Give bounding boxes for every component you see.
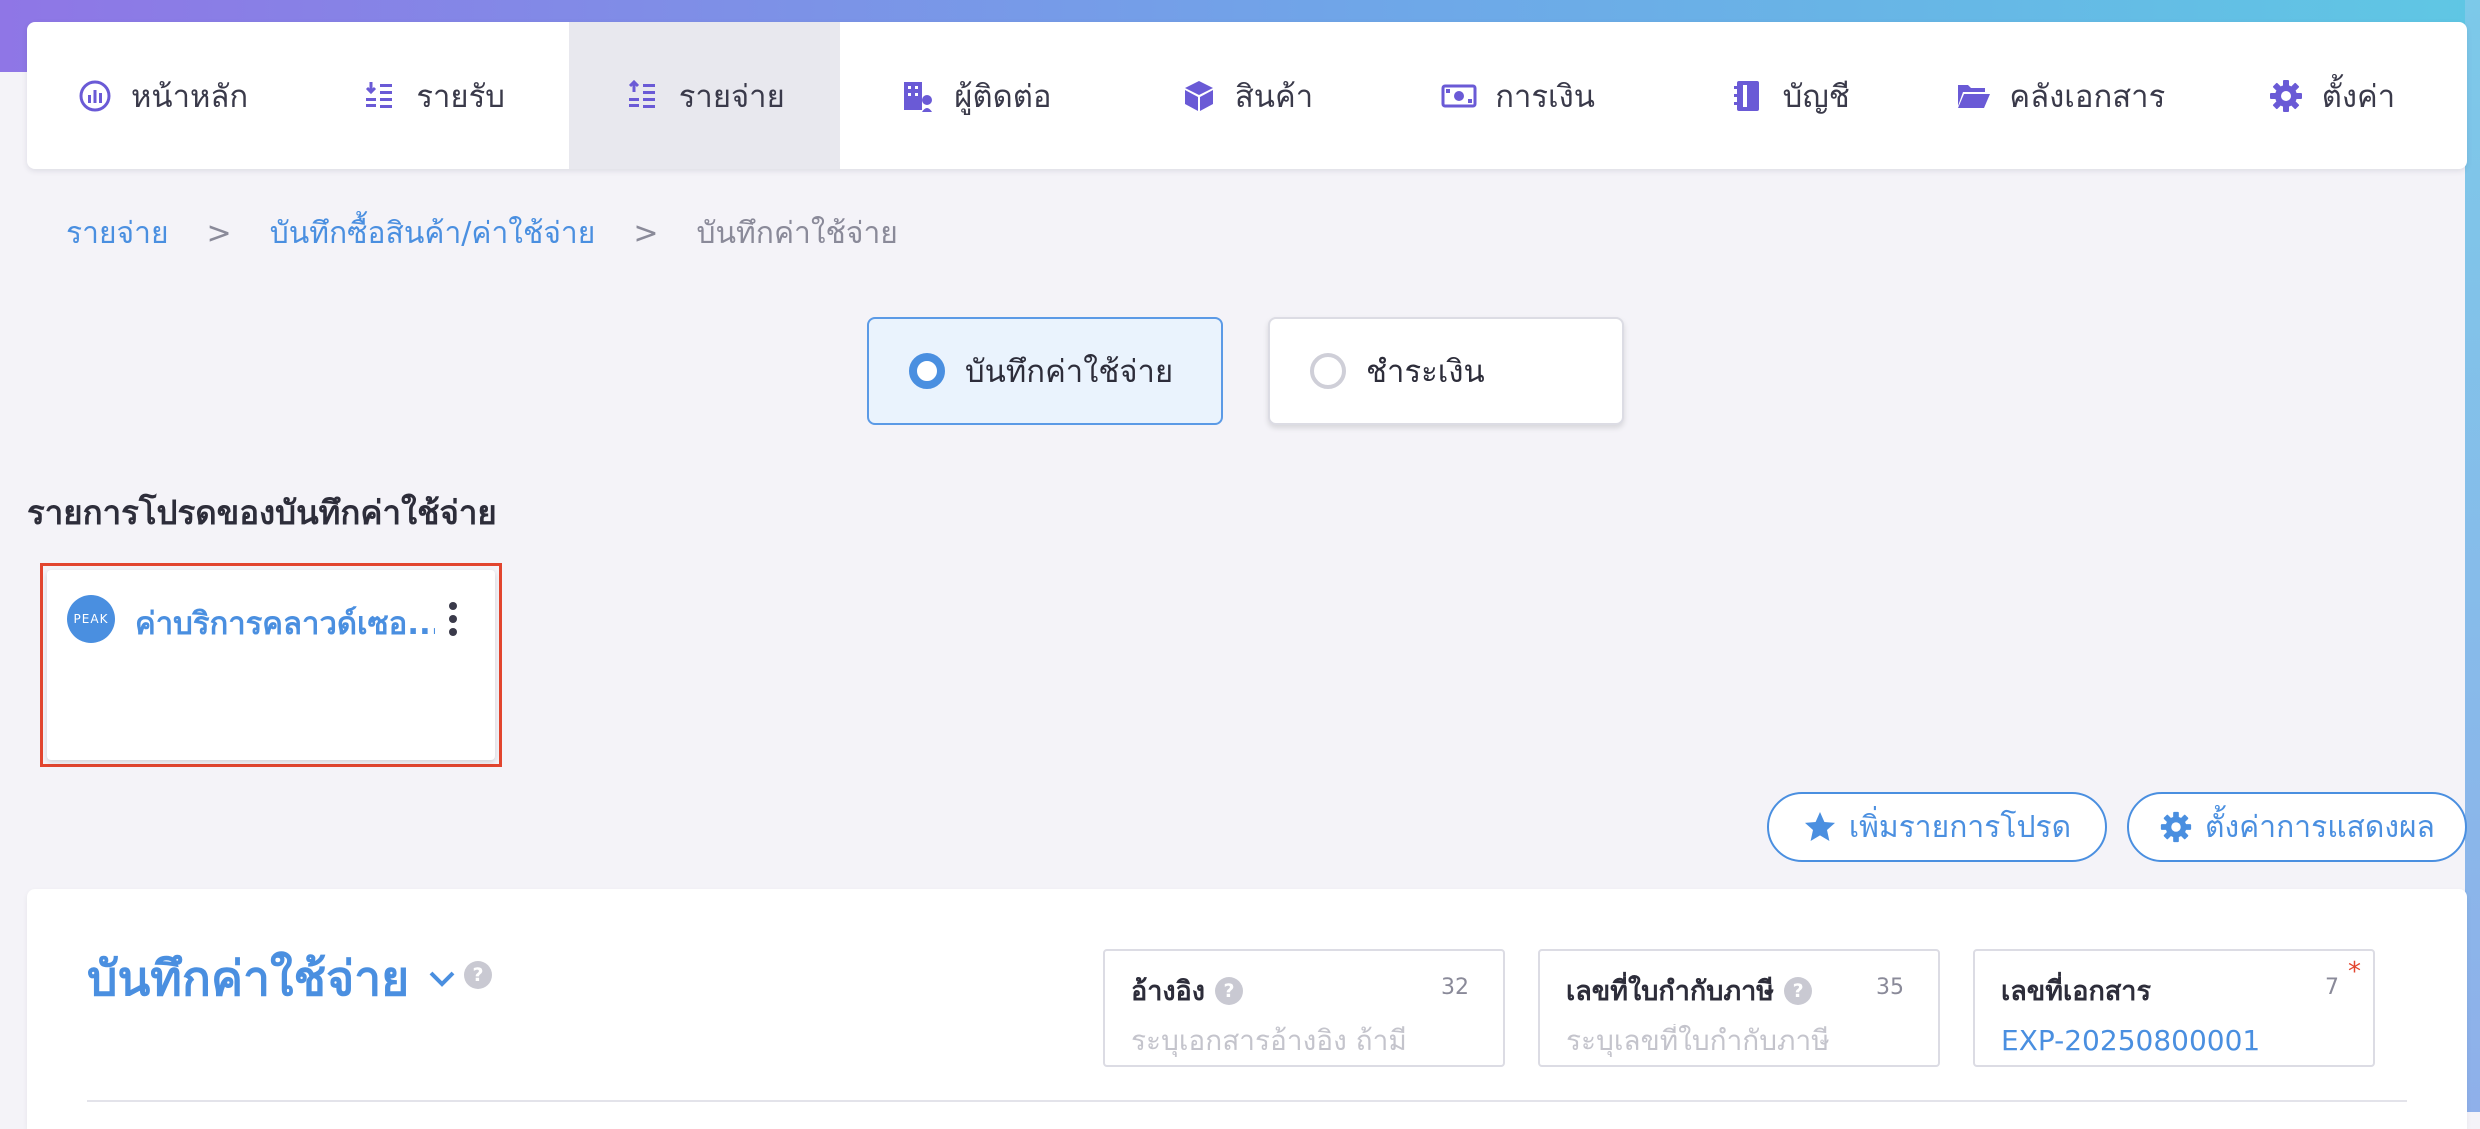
nav-item-label: สินค้า xyxy=(1234,78,1314,115)
breadcrumb-separator: > xyxy=(633,215,659,251)
favorite-card-title[interactable]: ค่าบริการคลาวด์เซอ... xyxy=(135,598,435,648)
breadcrumb-link-expense[interactable]: รายจ่าย xyxy=(66,210,169,257)
chevron-down-icon xyxy=(425,951,459,1007)
nav-item-settings[interactable]: ตั้งค่า xyxy=(2196,22,2467,169)
gear-icon xyxy=(2159,810,2193,844)
folder-open-icon xyxy=(1955,78,1991,114)
reference-field: อ้างอิง ? 32 xyxy=(1103,949,1505,1067)
nav-item-label: หน้าหลัก xyxy=(130,78,249,115)
display-settings-label: ตั้งค่าการแสดงผล xyxy=(2205,809,2435,845)
nav-item-accounting[interactable]: บัญชี xyxy=(1654,22,1925,169)
nav-item-expense[interactable]: รายจ่าย xyxy=(569,22,841,169)
product-box-icon xyxy=(1181,78,1217,114)
accounting-book-icon xyxy=(1729,78,1765,114)
tax-invoice-field-label: เลขที่ใบกำกับภาษี xyxy=(1566,976,1775,1007)
mode-option-label: บันทึกค่าใช้จ่าย xyxy=(965,354,1174,390)
tax-invoice-number-field: เลขที่ใบกำกับภาษี ? 35 xyxy=(1538,949,1940,1067)
breadcrumb-separator: > xyxy=(206,215,232,251)
star-icon xyxy=(1803,810,1837,844)
required-asterisk: * xyxy=(2348,957,2361,987)
nav-item-label: คลังเอกสาร xyxy=(2009,78,2166,115)
document-number-char-count: 7 xyxy=(2325,975,2339,1000)
main-nav-bar: หน้าหลัก รายรับ รายจ่าย ผู้ติดต่อ สินค้า… xyxy=(27,22,2467,169)
breadcrumb-link-purchase[interactable]: บันทึกซื้อสินค้า/ค่าใช้จ่าย xyxy=(270,210,596,257)
add-favorite-button[interactable]: เพิ่มรายการโปรด xyxy=(1767,792,2107,862)
reference-field-label: อ้างอิง xyxy=(1131,976,1205,1007)
add-favorite-label: เพิ่มรายการโปรด xyxy=(1848,809,2072,845)
mode-record-expense-option[interactable]: บันทึกค่าใช้จ่าย xyxy=(867,317,1223,425)
nav-item-home[interactable]: หน้าหลัก xyxy=(27,22,298,169)
nav-item-label: ตั้งค่า xyxy=(2321,78,2396,115)
mode-option-label: ชำระเงิน xyxy=(1366,354,1485,390)
gear-icon xyxy=(2268,78,2304,114)
help-icon[interactable]: ? xyxy=(464,961,492,989)
nav-item-label: การเงิน xyxy=(1495,78,1595,115)
expense-form-card: บันทึกค่าใช้จ่าย ? อ้างอิง ? 32 เลขที่ใบ… xyxy=(27,889,2467,1129)
reference-input[interactable] xyxy=(1131,1024,1477,1057)
right-edge-band xyxy=(2465,0,2480,1112)
display-settings-button[interactable]: ตั้งค่าการแสดงผล xyxy=(2127,792,2467,862)
dashboard-gauge-icon xyxy=(77,78,113,114)
nav-item-contacts[interactable]: ผู้ติดต่อ xyxy=(840,22,1111,169)
expense-coins-icon xyxy=(625,78,661,114)
favorites-heading: รายการโปรดของบันทึกค่าใช้จ่าย xyxy=(27,493,497,532)
nav-item-label: ผู้ติดต่อ xyxy=(954,78,1052,115)
breadcrumb: รายจ่าย > บันทึกซื้อสินค้า/ค่าใช้จ่าย > … xyxy=(66,208,898,258)
nav-item-income[interactable]: รายรับ xyxy=(298,22,569,169)
money-banknote-icon xyxy=(1441,78,1477,114)
favorite-card[interactable]: PEAK ค่าบริการคลาวด์เซอ... xyxy=(47,570,495,760)
radio-selected-icon xyxy=(909,353,945,389)
mode-payment-option[interactable]: ชำระเงิน xyxy=(1268,317,1624,425)
tax-invoice-number-input[interactable] xyxy=(1566,1024,1912,1057)
income-coins-icon xyxy=(362,78,398,114)
nav-item-label: บัญชี xyxy=(1782,78,1850,115)
radio-unselected-icon xyxy=(1310,353,1346,389)
document-number-field: เลขที่เอกสาร 7 * xyxy=(1973,949,2375,1067)
document-title: บันทึกค่าใช้จ่าย xyxy=(87,951,410,1007)
document-number-input[interactable] xyxy=(2001,1024,2347,1057)
nav-item-products[interactable]: สินค้า xyxy=(1111,22,1382,169)
document-number-field-label: เลขที่เอกสาร xyxy=(2001,976,2151,1007)
nav-item-finance[interactable]: การเงิน xyxy=(1383,22,1654,169)
nav-item-documents[interactable]: คลังเอกสาร xyxy=(1925,22,2196,169)
contacts-building-icon xyxy=(900,78,936,114)
breadcrumb-current: บันทึกค่าใช้จ่าย xyxy=(696,215,898,251)
document-type-dropdown[interactable]: บันทึกค่าใช้จ่าย xyxy=(87,941,459,1017)
help-icon[interactable]: ? xyxy=(1784,976,1813,1005)
reference-char-count: 32 xyxy=(1441,975,1469,1000)
nav-item-label: รายรับ xyxy=(416,78,505,115)
peak-logo-icon: PEAK xyxy=(67,595,115,643)
tax-invoice-char-count: 35 xyxy=(1876,975,1904,1000)
nav-item-label: รายจ่าย xyxy=(678,78,785,115)
form-divider xyxy=(87,1100,2407,1102)
help-icon[interactable]: ? xyxy=(1214,976,1243,1005)
more-vertical-icon[interactable] xyxy=(443,602,463,642)
